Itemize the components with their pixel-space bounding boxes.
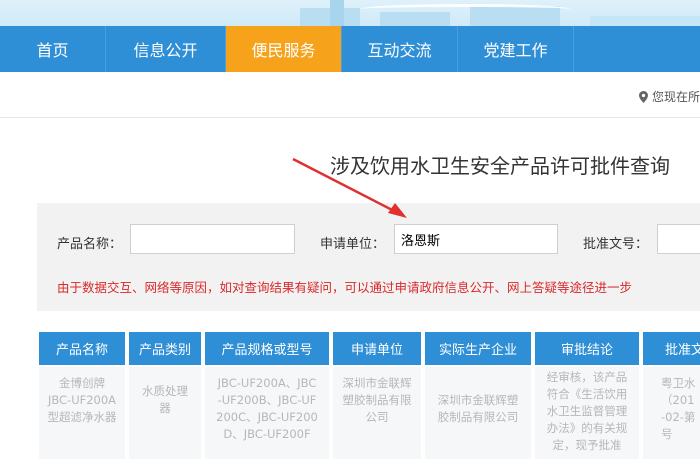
nav-item-party-building[interactable]: 党建工作 bbox=[458, 26, 574, 72]
banner-building bbox=[590, 16, 700, 26]
column-header[interactable]: 产品规格或型号 bbox=[205, 332, 329, 365]
banner-roof bbox=[360, 4, 570, 14]
table-cell: 水质处理器 bbox=[129, 367, 201, 459]
nav-item-services[interactable]: 便民服务 bbox=[226, 26, 342, 72]
column-header[interactable]: 申请单位 bbox=[333, 332, 421, 365]
approval-number-label: 批准文号： bbox=[583, 237, 649, 252]
table-cell: 深圳市金联辉塑胶制品有限公司 bbox=[333, 367, 421, 459]
divider bbox=[0, 117, 700, 118]
nav-item-info-disclosure[interactable]: 信息公开 bbox=[106, 26, 226, 72]
column-header[interactable]: 批准文 bbox=[643, 332, 700, 365]
notice-text: 由于数据交互、网络等原因，如对查询结果有疑问，可以通过申请政府信息公开、网上答疑… bbox=[57, 280, 633, 295]
table-cell: 粤卫水 （201 -02-第号 bbox=[643, 367, 700, 459]
applicant-input[interactable] bbox=[394, 224, 558, 254]
search-panel: 产品名称： 申请单位： 批准文号： 由于数据交互、网络等原因，如对查询结果有疑问… bbox=[37, 203, 700, 311]
column-header[interactable]: 产品名称 bbox=[39, 332, 125, 365]
nav-item-home[interactable]: 首页 bbox=[0, 26, 106, 72]
approval-number-input[interactable] bbox=[657, 224, 700, 254]
banner-building bbox=[380, 12, 450, 26]
location-pin-icon bbox=[638, 90, 648, 103]
breadcrumb: 您现在所 bbox=[638, 88, 700, 105]
table-cell: 金博创牌 JBC-UF200A 型超滤净水器 bbox=[39, 367, 125, 459]
nav-item-interaction[interactable]: 互动交流 bbox=[342, 26, 458, 72]
applicant-label: 申请单位： bbox=[320, 237, 386, 252]
header-banner bbox=[0, 0, 700, 26]
table-cell: 深圳市金联辉塑胶制品有限公司 bbox=[425, 367, 531, 459]
banner-building bbox=[330, 0, 344, 26]
breadcrumb-text: 您现在所 bbox=[651, 90, 700, 104]
column-header[interactable]: 审批结论 bbox=[535, 332, 639, 365]
table-cell: 经审核，该产品 符合《生活饮用 水卫生监督管理 办法》的有关规 定，现予批准 bbox=[535, 367, 639, 459]
product-name-label: 产品名称： bbox=[57, 237, 123, 252]
page-title: 涉及饮用水卫生安全产品许可批件查询 bbox=[330, 154, 670, 178]
column-header[interactable]: 产品类别 bbox=[129, 332, 201, 365]
table-cell: JBC-UF200A、JBC -UF200B、JBC-UF 200C、JBC-UF2… bbox=[205, 367, 329, 459]
main-nav: 首页 信息公开 便民服务 互动交流 党建工作 bbox=[0, 26, 700, 72]
column-header[interactable]: 实际生产企业 bbox=[425, 332, 531, 365]
product-name-input[interactable] bbox=[130, 224, 295, 254]
